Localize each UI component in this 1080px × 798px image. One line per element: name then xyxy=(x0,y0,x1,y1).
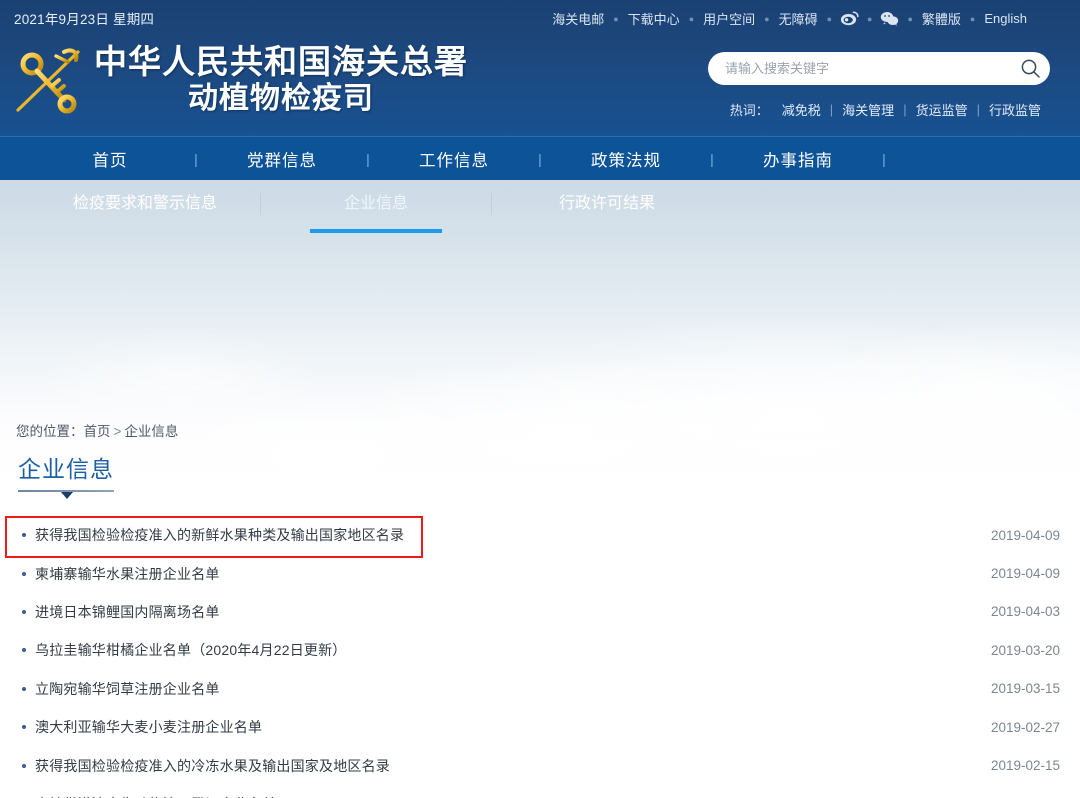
top-link-mail[interactable]: 海关电邮 xyxy=(543,9,613,28)
main-navigation: 首页 | 党群信息 | 工作信息 | 政策法规 | 办事指南 | xyxy=(0,136,1080,180)
enterprise-info-list: 获得我国检验检疫准入的新鲜水果种类及输出国家地区名录 2019-04-09 柬埔… xyxy=(0,516,1080,798)
top-link-accessibility[interactable]: 无障碍 xyxy=(770,9,827,28)
top-link-download[interactable]: 下载中心 xyxy=(619,9,689,28)
list-item[interactable]: 立陶宛输华饲草注册企业名单 2019-03-15 xyxy=(0,670,1080,708)
hotword-jianmianshui[interactable]: 减免税 xyxy=(773,100,830,119)
breadcrumb-separator: > xyxy=(111,424,125,439)
list-item-title[interactable]: 获得我国检验检疫准入的冷冻水果及输出国家及地区名录 xyxy=(35,756,390,776)
list-item-title[interactable]: 澳大利亚输华大麦小麦注册企业名单 xyxy=(35,717,262,737)
list-item[interactable]: 澳大利亚输华大麦小麦注册企业名单 2019-02-27 xyxy=(0,708,1080,746)
weibo-icon[interactable] xyxy=(832,11,867,26)
hotwords-label: 热词： xyxy=(730,100,773,119)
list-item-title[interactable]: 内地供港澳水生动物注册登记企业名单 xyxy=(35,794,276,798)
nav-item-policy-regulations[interactable]: 政策法规 xyxy=(562,147,690,171)
search-button[interactable] xyxy=(1010,52,1050,85)
nav-separator: | xyxy=(518,151,562,167)
nav-separator: | xyxy=(690,151,734,167)
list-item-title[interactable]: 乌拉圭输华柑橘企业名单（2020年4月22日更新） xyxy=(35,640,347,660)
bullet-icon xyxy=(22,648,26,652)
top-link-userspace[interactable]: 用户空间 xyxy=(694,9,764,28)
list-item-date: 2019-04-03 xyxy=(991,604,1060,619)
org-name-line1: 中华人民共和国海关总署 xyxy=(94,43,468,81)
breadcrumb-home[interactable]: 首页 xyxy=(84,424,111,439)
lang-link-traditional[interactable]: 繁體版 xyxy=(913,9,970,28)
nav-separator: | xyxy=(174,151,218,167)
bullet-icon xyxy=(22,610,26,614)
title-underline-decoration xyxy=(18,490,114,492)
search-input[interactable] xyxy=(708,61,1010,76)
breadcrumb-current: 企业信息 xyxy=(124,424,178,439)
top-utility-links: 海关电邮 ● 下载中心 ● 用户空间 ● 无障碍 ● ● xyxy=(543,9,1036,28)
tab-quarantine-requirements[interactable]: 检疫要求和警示信息 xyxy=(30,181,260,227)
hotword-huoyunjianguan[interactable]: 货运监管 xyxy=(907,100,977,119)
breadcrumb: 您的位置：首页>企业信息 xyxy=(16,420,178,440)
page-title: 企业信息 xyxy=(18,454,114,484)
site-header: 2021年9月23日 星期四 海关电邮 ● 下载中心 ● 用户空间 ● 无障碍 … xyxy=(0,0,1080,136)
list-item-title[interactable]: 进境日本锦鲤国内隔离场名单 xyxy=(35,602,220,622)
org-name-line2: 动植物检疫司 xyxy=(94,81,468,117)
list-item-date: 2019-04-09 xyxy=(991,528,1060,543)
nav-item-home[interactable]: 首页 xyxy=(46,147,174,171)
list-item[interactable]: 内地供港澳水生动物注册登记企业名单 2019-02-15 xyxy=(0,785,1080,798)
content-area: 检疫要求和警示信息 企业信息 行政许可结果 您的位置：首页>企业信息 企业信息 … xyxy=(0,180,1080,798)
tab-administrative-license-results[interactable]: 行政许可结果 xyxy=(492,181,722,227)
hotwords-bar: 热词： 减免税 | 海关管理 | 货运监管 | 行政监管 xyxy=(730,100,1050,119)
list-item[interactable]: 进境日本锦鲤国内隔离场名单 2019-04-03 xyxy=(0,593,1080,631)
list-item-date: 2019-03-20 xyxy=(991,643,1060,658)
customs-caduceus-emblem-icon xyxy=(12,42,86,118)
bullet-icon xyxy=(22,764,26,768)
org-title: 中华人民共和国海关总署 动植物检疫司 xyxy=(94,43,468,117)
page-title-block: 企业信息 xyxy=(18,454,114,492)
list-item-date: 2019-04-09 xyxy=(991,566,1060,581)
nav-separator: | xyxy=(862,151,906,167)
list-item-title[interactable]: 柬埔寨输华水果注册企业名单 xyxy=(35,564,220,584)
site-logo[interactable]: 中华人民共和国海关总署 动植物检疫司 xyxy=(12,42,468,118)
bullet-icon xyxy=(22,687,26,691)
hotword-haiguanguanli[interactable]: 海关管理 xyxy=(833,100,903,119)
tab-enterprise-info[interactable]: 企业信息 xyxy=(261,181,491,227)
nav-item-work-info[interactable]: 工作信息 xyxy=(390,147,518,171)
list-item[interactable]: 获得我国检验检疫准入的冷冻水果及输出国家及地区名录 2019-02-15 xyxy=(0,746,1080,784)
list-item[interactable]: 乌拉圭输华柑橘企业名单（2020年4月22日更新） 2019-03-20 xyxy=(0,631,1080,669)
current-date: 2021年9月23日 星期四 xyxy=(14,8,154,28)
bullet-icon xyxy=(22,572,26,576)
sub-tab-bar: 检疫要求和警示信息 企业信息 行政许可结果 xyxy=(0,180,1080,228)
search-box xyxy=(708,52,1050,85)
list-item[interactable]: 柬埔寨输华水果注册企业名单 2019-04-09 xyxy=(0,554,1080,592)
bullet-icon xyxy=(22,533,26,537)
lang-link-english[interactable]: English xyxy=(975,11,1036,26)
list-item-date: 2019-02-27 xyxy=(991,720,1060,735)
list-item-date: 2019-02-15 xyxy=(991,758,1060,773)
bullet-icon xyxy=(22,725,26,729)
list-item-title[interactable]: 获得我国检验检疫准入的新鲜水果种类及输出国家地区名录 xyxy=(35,525,404,545)
wechat-icon[interactable] xyxy=(872,11,907,26)
list-item-title[interactable]: 立陶宛输华饲草注册企业名单 xyxy=(35,679,220,699)
nav-separator: | xyxy=(346,151,390,167)
list-item-date: 2019-03-15 xyxy=(991,681,1060,696)
breadcrumb-prefix: 您的位置： xyxy=(16,424,84,439)
nav-item-service-guide[interactable]: 办事指南 xyxy=(734,147,862,171)
nav-item-party-info[interactable]: 党群信息 xyxy=(218,147,346,171)
list-item[interactable]: 获得我国检验检疫准入的新鲜水果种类及输出国家地区名录 2019-04-09 xyxy=(0,516,1080,554)
search-icon xyxy=(1020,58,1041,79)
hotword-xingzhengjianguan[interactable]: 行政监管 xyxy=(980,100,1050,119)
